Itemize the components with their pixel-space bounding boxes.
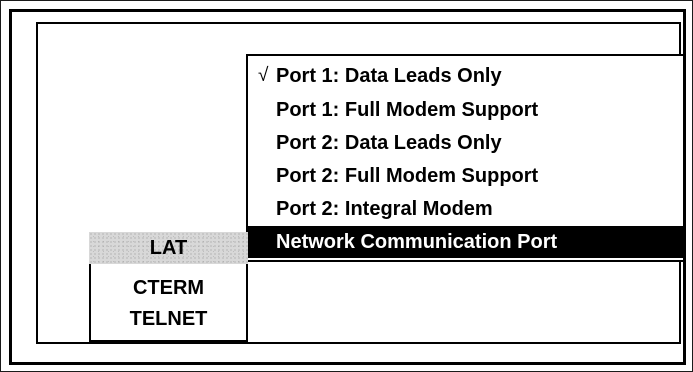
submenu-item-lat[interactable]: LAT xyxy=(89,232,248,264)
menu-item-port1-full-modem-support[interactable]: Port 1: Full Modem Support xyxy=(248,94,683,126)
menu-item-label: Port 2: Full Modem Support xyxy=(276,165,539,187)
content-panel: √ Port 1: Data Leads Only Port 1: Full M… xyxy=(36,22,683,344)
menu-item-port1-data-leads-only[interactable]: √ Port 1: Data Leads Only xyxy=(248,60,683,92)
application-window: √ Port 1: Data Leads Only Port 1: Full M… xyxy=(9,9,686,365)
port-selection-menu: √ Port 1: Data Leads Only Port 1: Full M… xyxy=(246,54,683,262)
menu-item-label: Port 1: Full Modem Support xyxy=(276,99,539,121)
menu-item-label: Network Communication Port xyxy=(276,231,558,253)
screen: √ Port 1: Data Leads Only Port 1: Full M… xyxy=(0,0,693,372)
checkmark-icon: √ xyxy=(258,65,269,86)
menu-item-label: Port 2: Integral Modem xyxy=(276,198,493,220)
submenu-item-cterm[interactable]: CTERM xyxy=(91,272,246,304)
menu-item-port2-integral-modem[interactable]: Port 2: Integral Modem xyxy=(248,193,683,225)
submenu-item-telnet[interactable]: TELNET xyxy=(91,303,246,335)
menu-item-label: Port 2: Data Leads Only xyxy=(276,132,502,154)
menu-item-label: Port 1: Data Leads Only xyxy=(276,65,502,87)
menu-item-network-communication-port[interactable]: Network Communication Port xyxy=(248,226,683,258)
menu-item-port2-data-leads-only[interactable]: Port 2: Data Leads Only xyxy=(248,127,683,159)
protocol-submenu: LAT CTERM TELNET xyxy=(89,232,248,342)
menu-item-port2-full-modem-support[interactable]: Port 2: Full Modem Support xyxy=(248,160,683,192)
